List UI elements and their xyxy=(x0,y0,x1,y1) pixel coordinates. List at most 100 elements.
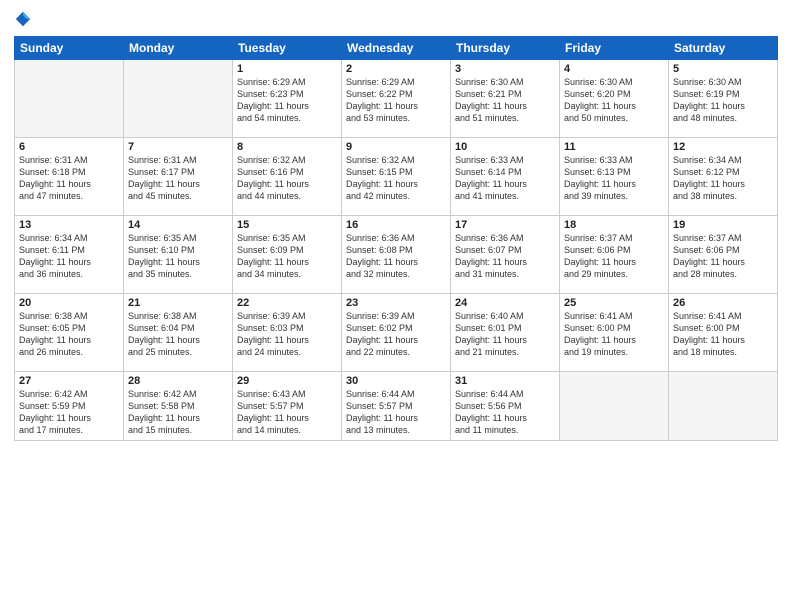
day-info: Sunrise: 6:37 AMSunset: 6:06 PMDaylight:… xyxy=(564,232,664,281)
col-header-thursday: Thursday xyxy=(451,37,560,60)
day-cell: 13Sunrise: 6:34 AMSunset: 6:11 PMDayligh… xyxy=(15,216,124,294)
day-cell: 11Sunrise: 6:33 AMSunset: 6:13 PMDayligh… xyxy=(560,138,669,216)
day-number: 13 xyxy=(19,219,119,231)
day-cell: 1Sunrise: 6:29 AMSunset: 6:23 PMDaylight… xyxy=(233,60,342,138)
day-info: Sunrise: 6:42 AMSunset: 5:59 PMDaylight:… xyxy=(19,388,119,437)
week-row-2: 6Sunrise: 6:31 AMSunset: 6:18 PMDaylight… xyxy=(15,138,778,216)
day-info: Sunrise: 6:44 AMSunset: 5:57 PMDaylight:… xyxy=(346,388,446,437)
day-info: Sunrise: 6:40 AMSunset: 6:01 PMDaylight:… xyxy=(455,310,555,359)
day-info: Sunrise: 6:36 AMSunset: 6:07 PMDaylight:… xyxy=(455,232,555,281)
day-cell: 23Sunrise: 6:39 AMSunset: 6:02 PMDayligh… xyxy=(342,294,451,372)
day-number: 4 xyxy=(564,63,664,75)
day-cell: 31Sunrise: 6:44 AMSunset: 5:56 PMDayligh… xyxy=(451,372,560,441)
day-cell: 21Sunrise: 6:38 AMSunset: 6:04 PMDayligh… xyxy=(124,294,233,372)
week-row-5: 27Sunrise: 6:42 AMSunset: 5:59 PMDayligh… xyxy=(15,372,778,441)
day-info: Sunrise: 6:39 AMSunset: 6:02 PMDaylight:… xyxy=(346,310,446,359)
day-number: 19 xyxy=(673,219,773,231)
day-info: Sunrise: 6:32 AMSunset: 6:15 PMDaylight:… xyxy=(346,154,446,203)
day-info: Sunrise: 6:29 AMSunset: 6:22 PMDaylight:… xyxy=(346,76,446,125)
day-cell: 7Sunrise: 6:31 AMSunset: 6:17 PMDaylight… xyxy=(124,138,233,216)
day-info: Sunrise: 6:34 AMSunset: 6:11 PMDaylight:… xyxy=(19,232,119,281)
day-number: 21 xyxy=(128,297,228,309)
day-cell: 10Sunrise: 6:33 AMSunset: 6:14 PMDayligh… xyxy=(451,138,560,216)
day-number: 18 xyxy=(564,219,664,231)
day-info: Sunrise: 6:33 AMSunset: 6:13 PMDaylight:… xyxy=(564,154,664,203)
week-row-1: 1Sunrise: 6:29 AMSunset: 6:23 PMDaylight… xyxy=(15,60,778,138)
day-info: Sunrise: 6:44 AMSunset: 5:56 PMDaylight:… xyxy=(455,388,555,437)
day-cell: 27Sunrise: 6:42 AMSunset: 5:59 PMDayligh… xyxy=(15,372,124,441)
day-number: 27 xyxy=(19,375,119,387)
day-cell: 9Sunrise: 6:32 AMSunset: 6:15 PMDaylight… xyxy=(342,138,451,216)
day-cell: 22Sunrise: 6:39 AMSunset: 6:03 PMDayligh… xyxy=(233,294,342,372)
day-info: Sunrise: 6:39 AMSunset: 6:03 PMDaylight:… xyxy=(237,310,337,359)
col-header-saturday: Saturday xyxy=(669,37,778,60)
day-cell: 20Sunrise: 6:38 AMSunset: 6:05 PMDayligh… xyxy=(15,294,124,372)
day-number: 7 xyxy=(128,141,228,153)
day-cell: 16Sunrise: 6:36 AMSunset: 6:08 PMDayligh… xyxy=(342,216,451,294)
day-cell: 14Sunrise: 6:35 AMSunset: 6:10 PMDayligh… xyxy=(124,216,233,294)
day-number: 5 xyxy=(673,63,773,75)
day-number: 1 xyxy=(237,63,337,75)
day-number: 16 xyxy=(346,219,446,231)
col-header-monday: Monday xyxy=(124,37,233,60)
day-number: 25 xyxy=(564,297,664,309)
day-cell: 2Sunrise: 6:29 AMSunset: 6:22 PMDaylight… xyxy=(342,60,451,138)
day-number: 10 xyxy=(455,141,555,153)
col-header-tuesday: Tuesday xyxy=(233,37,342,60)
day-info: Sunrise: 6:35 AMSunset: 6:10 PMDaylight:… xyxy=(128,232,228,281)
day-number: 28 xyxy=(128,375,228,387)
day-number: 6 xyxy=(19,141,119,153)
day-cell: 29Sunrise: 6:43 AMSunset: 5:57 PMDayligh… xyxy=(233,372,342,441)
day-number: 9 xyxy=(346,141,446,153)
day-number: 29 xyxy=(237,375,337,387)
day-number: 22 xyxy=(237,297,337,309)
day-cell: 4Sunrise: 6:30 AMSunset: 6:20 PMDaylight… xyxy=(560,60,669,138)
day-cell: 25Sunrise: 6:41 AMSunset: 6:00 PMDayligh… xyxy=(560,294,669,372)
day-info: Sunrise: 6:30 AMSunset: 6:21 PMDaylight:… xyxy=(455,76,555,125)
day-cell: 18Sunrise: 6:37 AMSunset: 6:06 PMDayligh… xyxy=(560,216,669,294)
col-header-sunday: Sunday xyxy=(15,37,124,60)
header-row: SundayMondayTuesdayWednesdayThursdayFrid… xyxy=(15,37,778,60)
day-info: Sunrise: 6:30 AMSunset: 6:20 PMDaylight:… xyxy=(564,76,664,125)
week-row-4: 20Sunrise: 6:38 AMSunset: 6:05 PMDayligh… xyxy=(15,294,778,372)
day-cell xyxy=(669,372,778,441)
day-cell: 12Sunrise: 6:34 AMSunset: 6:12 PMDayligh… xyxy=(669,138,778,216)
day-number: 3 xyxy=(455,63,555,75)
day-info: Sunrise: 6:31 AMSunset: 6:18 PMDaylight:… xyxy=(19,154,119,203)
day-info: Sunrise: 6:35 AMSunset: 6:09 PMDaylight:… xyxy=(237,232,337,281)
day-number: 23 xyxy=(346,297,446,309)
page: SundayMondayTuesdayWednesdayThursdayFrid… xyxy=(0,0,792,612)
day-cell: 15Sunrise: 6:35 AMSunset: 6:09 PMDayligh… xyxy=(233,216,342,294)
day-info: Sunrise: 6:34 AMSunset: 6:12 PMDaylight:… xyxy=(673,154,773,203)
day-number: 26 xyxy=(673,297,773,309)
day-info: Sunrise: 6:41 AMSunset: 6:00 PMDaylight:… xyxy=(673,310,773,359)
day-cell: 19Sunrise: 6:37 AMSunset: 6:06 PMDayligh… xyxy=(669,216,778,294)
day-number: 31 xyxy=(455,375,555,387)
day-info: Sunrise: 6:30 AMSunset: 6:19 PMDaylight:… xyxy=(673,76,773,125)
day-cell xyxy=(560,372,669,441)
header xyxy=(14,10,778,28)
day-cell: 5Sunrise: 6:30 AMSunset: 6:19 PMDaylight… xyxy=(669,60,778,138)
logo xyxy=(14,10,34,28)
day-number: 17 xyxy=(455,219,555,231)
day-number: 2 xyxy=(346,63,446,75)
logo-icon xyxy=(14,10,32,28)
day-cell: 17Sunrise: 6:36 AMSunset: 6:07 PMDayligh… xyxy=(451,216,560,294)
day-number: 12 xyxy=(673,141,773,153)
day-cell: 6Sunrise: 6:31 AMSunset: 6:18 PMDaylight… xyxy=(15,138,124,216)
day-info: Sunrise: 6:41 AMSunset: 6:00 PMDaylight:… xyxy=(564,310,664,359)
day-cell: 26Sunrise: 6:41 AMSunset: 6:00 PMDayligh… xyxy=(669,294,778,372)
day-info: Sunrise: 6:42 AMSunset: 5:58 PMDaylight:… xyxy=(128,388,228,437)
day-info: Sunrise: 6:37 AMSunset: 6:06 PMDaylight:… xyxy=(673,232,773,281)
day-info: Sunrise: 6:36 AMSunset: 6:08 PMDaylight:… xyxy=(346,232,446,281)
day-info: Sunrise: 6:31 AMSunset: 6:17 PMDaylight:… xyxy=(128,154,228,203)
day-info: Sunrise: 6:38 AMSunset: 6:04 PMDaylight:… xyxy=(128,310,228,359)
day-number: 15 xyxy=(237,219,337,231)
day-cell xyxy=(15,60,124,138)
day-cell: 28Sunrise: 6:42 AMSunset: 5:58 PMDayligh… xyxy=(124,372,233,441)
day-info: Sunrise: 6:38 AMSunset: 6:05 PMDaylight:… xyxy=(19,310,119,359)
day-number: 20 xyxy=(19,297,119,309)
day-cell: 24Sunrise: 6:40 AMSunset: 6:01 PMDayligh… xyxy=(451,294,560,372)
calendar: SundayMondayTuesdayWednesdayThursdayFrid… xyxy=(14,36,778,441)
day-number: 11 xyxy=(564,141,664,153)
